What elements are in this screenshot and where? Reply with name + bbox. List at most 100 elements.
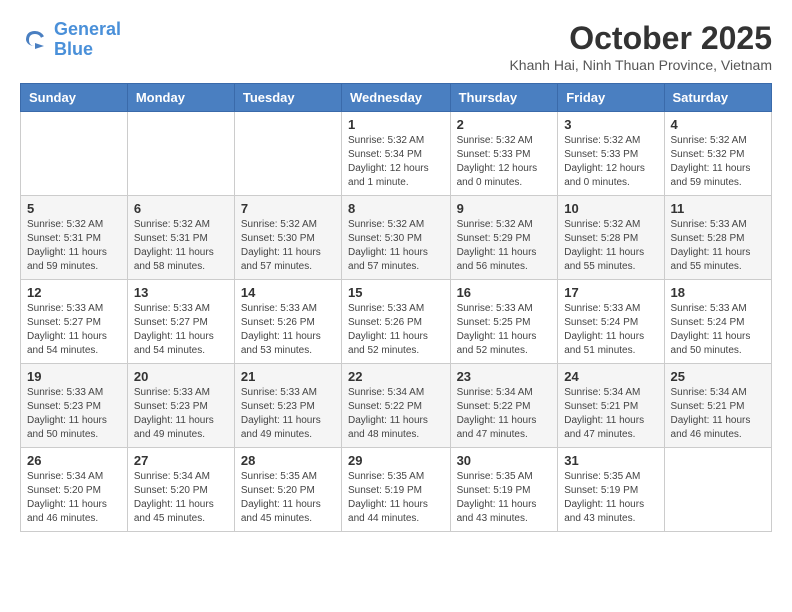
calendar-week-row: 1 Sunrise: 5:32 AM Sunset: 5:34 PM Daylig…: [21, 112, 772, 196]
day-number: 31: [564, 453, 657, 468]
weekday-header-tuesday: Tuesday: [234, 84, 341, 112]
day-number: 2: [457, 117, 552, 132]
calendar-cell: 5Sunrise: 5:32 AM Sunset: 5:31 PM Daylig…: [21, 196, 128, 280]
calendar-cell: 1 Sunrise: 5:32 AM Sunset: 5:34 PM Daylig…: [342, 112, 451, 196]
day-info: Sunrise: 5:35 AM Sunset: 5:20 PM Dayligh…: [241, 470, 335, 526]
calendar-cell: 13 Sunrise: 5:33 AM Sunset: 5:27 PM Dayli…: [127, 280, 234, 364]
calendar-cell: 23 Sunrise: 5:34 AM Sunset: 5:22 PM Dayli…: [450, 364, 558, 448]
weekday-header-thursday: Thursday: [450, 84, 558, 112]
calendar-cell: 25 Sunrise: 5:34 AM Sunset: 5:21 PM Dayli…: [664, 364, 771, 448]
calendar-cell: 10 Sunrise: 5:32 AM Sunset: 5:28 PM Dayli…: [558, 196, 664, 280]
logo-line1: General: [54, 19, 121, 39]
day-info: Sunrise: 5:34 AM Sunset: 5:22 PM Dayligh…: [457, 386, 552, 442]
calendar-cell: 3 Sunrise: 5:32 AM Sunset: 5:33 PM Daylig…: [558, 112, 664, 196]
day-number: 16: [457, 285, 552, 300]
calendar-cell: 31 Sunrise: 5:35 AM Sunset: 5:19 PM Dayli…: [558, 448, 664, 532]
day-number: 3: [564, 117, 657, 132]
day-info: Sunrise: 5:34 AM Sunset: 5:21 PM Dayligh…: [564, 386, 657, 442]
day-info: Sunrise: 5:34 AM Sunset: 5:20 PM Dayligh…: [134, 470, 228, 526]
day-info: Sunrise: 5:35 AM Sunset: 5:19 PM Dayligh…: [457, 470, 552, 526]
weekday-header-row: SundayMondayTuesdayWednesdayThursdayFrid…: [21, 84, 772, 112]
calendar-cell: 22 Sunrise: 5:34 AM Sunset: 5:22 PM Dayli…: [342, 364, 451, 448]
day-info: Sunrise: 5:34 AM Sunset: 5:20 PM Dayligh…: [27, 470, 121, 526]
day-number: 18: [671, 285, 765, 300]
calendar-cell: 28 Sunrise: 5:35 AM Sunset: 5:20 PM Dayli…: [234, 448, 341, 532]
calendar-cell: 26Sunrise: 5:34 AM Sunset: 5:20 PM Dayli…: [21, 448, 128, 532]
page-header: General Blue October 2025 Khanh Hai, Nin…: [20, 20, 772, 73]
day-number: 12: [27, 285, 121, 300]
day-info: Sunrise: 5:33 AM Sunset: 5:26 PM Dayligh…: [348, 302, 444, 358]
calendar-cell: [21, 112, 128, 196]
weekday-header-saturday: Saturday: [664, 84, 771, 112]
title-block: October 2025 Khanh Hai, Ninh Thuan Provi…: [509, 20, 772, 73]
day-number: 6: [134, 201, 228, 216]
calendar-cell: 21 Sunrise: 5:33 AM Sunset: 5:23 PM Dayli…: [234, 364, 341, 448]
day-info: Sunrise: 5:34 AM Sunset: 5:21 PM Dayligh…: [671, 386, 765, 442]
day-info: Sunrise: 5:33 AM Sunset: 5:25 PM Dayligh…: [457, 302, 552, 358]
calendar-cell: 8Sunrise: 5:32 AM Sunset: 5:30 PM Daylig…: [342, 196, 451, 280]
day-number: 24: [564, 369, 657, 384]
calendar-table: SundayMondayTuesdayWednesdayThursdayFrid…: [20, 83, 772, 532]
day-info: Sunrise: 5:33 AM Sunset: 5:23 PM Dayligh…: [134, 386, 228, 442]
day-info: Sunrise: 5:35 AM Sunset: 5:19 PM Dayligh…: [348, 470, 444, 526]
day-number: 10: [564, 201, 657, 216]
calendar-week-row: 5Sunrise: 5:32 AM Sunset: 5:31 PM Daylig…: [21, 196, 772, 280]
logo-line2: Blue: [54, 39, 93, 59]
calendar-cell: 30 Sunrise: 5:35 AM Sunset: 5:19 PM Dayli…: [450, 448, 558, 532]
calendar-cell: [234, 112, 341, 196]
day-info: Sunrise: 5:34 AM Sunset: 5:22 PM Dayligh…: [348, 386, 444, 442]
day-number: 29: [348, 453, 444, 468]
day-number: 9: [457, 201, 552, 216]
calendar-week-row: 12 Sunrise: 5:33 AM Sunset: 5:27 PM Dayli…: [21, 280, 772, 364]
calendar-cell: 19Sunrise: 5:33 AM Sunset: 5:23 PM Dayli…: [21, 364, 128, 448]
calendar-cell: 4Sunrise: 5:32 AM Sunset: 5:32 PM Daylig…: [664, 112, 771, 196]
day-info: Sunrise: 5:32 AM Sunset: 5:33 PM Dayligh…: [457, 134, 552, 190]
day-number: 23: [457, 369, 552, 384]
day-info: Sunrise: 5:32 AM Sunset: 5:30 PM Dayligh…: [241, 218, 335, 274]
day-number: 30: [457, 453, 552, 468]
day-info: Sunrise: 5:33 AM Sunset: 5:27 PM Dayligh…: [134, 302, 228, 358]
day-number: 1: [348, 117, 444, 132]
day-number: 27: [134, 453, 228, 468]
day-number: 7: [241, 201, 335, 216]
day-number: 4: [671, 117, 765, 132]
weekday-header-sunday: Sunday: [21, 84, 128, 112]
day-info: Sunrise: 5:32 AM Sunset: 5:31 PM Dayligh…: [134, 218, 228, 274]
day-number: 13: [134, 285, 228, 300]
day-number: 25: [671, 369, 765, 384]
day-info: Sunrise: 5:33 AM Sunset: 5:26 PM Dayligh…: [241, 302, 335, 358]
weekday-header-wednesday: Wednesday: [342, 84, 451, 112]
day-number: 20: [134, 369, 228, 384]
day-number: 17: [564, 285, 657, 300]
calendar-cell: 9Sunrise: 5:32 AM Sunset: 5:29 PM Daylig…: [450, 196, 558, 280]
calendar-cell: 15 Sunrise: 5:33 AM Sunset: 5:26 PM Dayli…: [342, 280, 451, 364]
day-info: Sunrise: 5:32 AM Sunset: 5:30 PM Dayligh…: [348, 218, 444, 274]
day-number: 28: [241, 453, 335, 468]
day-info: Sunrise: 5:35 AM Sunset: 5:19 PM Dayligh…: [564, 470, 657, 526]
day-info: Sunrise: 5:33 AM Sunset: 5:23 PM Dayligh…: [241, 386, 335, 442]
calendar-cell: 18 Sunrise: 5:33 AM Sunset: 5:24 PM Dayli…: [664, 280, 771, 364]
day-number: 11: [671, 201, 765, 216]
calendar-cell: [664, 448, 771, 532]
day-info: Sunrise: 5:33 AM Sunset: 5:24 PM Dayligh…: [564, 302, 657, 358]
day-info: Sunrise: 5:33 AM Sunset: 5:24 PM Dayligh…: [671, 302, 765, 358]
day-number: 15: [348, 285, 444, 300]
day-info: Sunrise: 5:32 AM Sunset: 5:28 PM Dayligh…: [564, 218, 657, 274]
day-info: Sunrise: 5:32 AM Sunset: 5:31 PM Dayligh…: [27, 218, 121, 274]
day-info: Sunrise: 5:33 AM Sunset: 5:28 PM Dayligh…: [671, 218, 765, 274]
subtitle: Khanh Hai, Ninh Thuan Province, Vietnam: [509, 57, 772, 73]
main-title: October 2025: [509, 20, 772, 57]
calendar-cell: 16 Sunrise: 5:33 AM Sunset: 5:25 PM Dayli…: [450, 280, 558, 364]
day-info: Sunrise: 5:33 AM Sunset: 5:23 PM Dayligh…: [27, 386, 121, 442]
day-info: Sunrise: 5:33 AM Sunset: 5:27 PM Dayligh…: [27, 302, 121, 358]
day-info: Sunrise: 5:32 AM Sunset: 5:34 PM Dayligh…: [348, 134, 444, 190]
logo: General Blue: [20, 20, 121, 60]
calendar-cell: [127, 112, 234, 196]
calendar-cell: 17 Sunrise: 5:33 AM Sunset: 5:24 PM Dayli…: [558, 280, 664, 364]
calendar-cell: 12 Sunrise: 5:33 AM Sunset: 5:27 PM Dayli…: [21, 280, 128, 364]
day-info: Sunrise: 5:32 AM Sunset: 5:33 PM Dayligh…: [564, 134, 657, 190]
day-number: 21: [241, 369, 335, 384]
calendar-cell: 14Sunrise: 5:33 AM Sunset: 5:26 PM Dayli…: [234, 280, 341, 364]
day-number: 22: [348, 369, 444, 384]
logo-text: General Blue: [54, 20, 121, 60]
